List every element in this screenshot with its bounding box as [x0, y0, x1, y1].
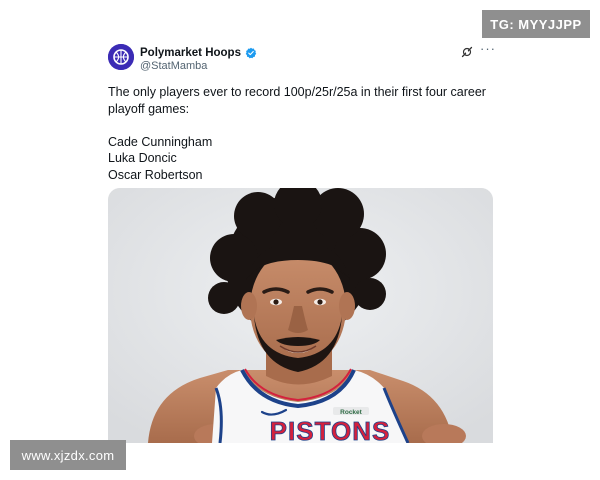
- author-display-name[interactable]: Polymarket Hoops: [140, 47, 241, 59]
- grok-icon[interactable]: [461, 46, 473, 58]
- player-name: Cade Cunningham: [108, 134, 213, 149]
- watermark-telegram: TG: MYYJJPP: [482, 10, 590, 38]
- tweet-intro: The only players ever to record 100p/25r…: [108, 85, 486, 116]
- author-avatar[interactable]: [108, 44, 134, 70]
- tweet-photo[interactable]: Rocket PISTONS: [108, 188, 493, 443]
- basketball-logo-icon: [108, 44, 134, 70]
- player-name: Oscar Robertson: [108, 167, 203, 182]
- player-photo-illustration: Rocket PISTONS: [108, 188, 493, 443]
- author-handle[interactable]: @StatMamba: [140, 60, 207, 72]
- more-options-icon[interactable]: ···: [480, 42, 495, 58]
- verified-badge-icon: [245, 47, 257, 58]
- player-name: Luka Doncic: [108, 151, 177, 165]
- author-name-row: Polymarket Hoops: [140, 45, 257, 60]
- tweet-card: Polymarket Hoops @StatMamba ··· The only…: [0, 0, 600, 480]
- jersey-patch-text: Rocket: [340, 409, 363, 416]
- jersey-wordmark: PISTONS: [270, 416, 391, 443]
- tweet-text: The only players ever to record 100p/25r…: [108, 84, 493, 183]
- watermark-website: www.xjzdx.com: [10, 440, 126, 470]
